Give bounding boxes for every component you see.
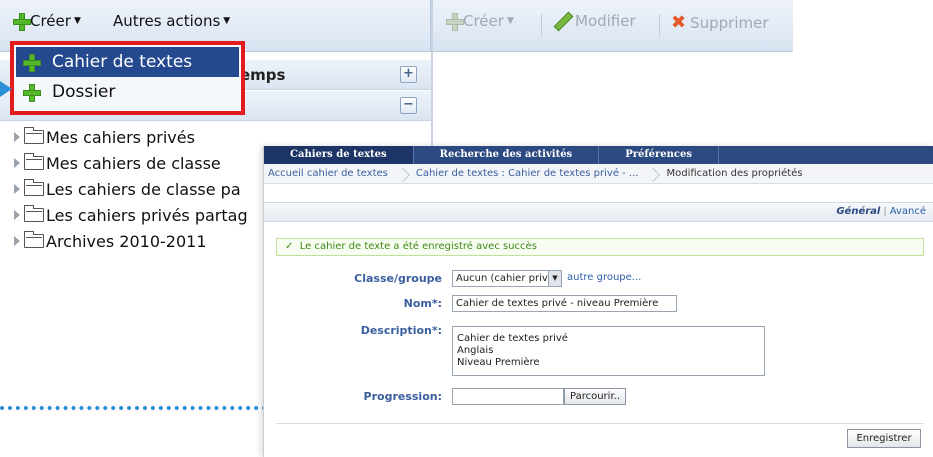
expand-arrow-icon[interactable] xyxy=(14,132,20,142)
folder-icon xyxy=(24,205,44,222)
edit-label: Modifier xyxy=(575,12,636,30)
save-button[interactable]: Enregistrer xyxy=(847,429,921,448)
progression-file-input[interactable] xyxy=(452,388,564,405)
nom-label: Nom*: xyxy=(403,297,442,310)
plus-icon xyxy=(22,83,41,102)
menu-item-cahier-de-textes[interactable]: Cahier de textes xyxy=(16,47,239,77)
other-group-link[interactable]: autre groupe... xyxy=(567,272,641,283)
success-text: Le cahier de texte a été enregistré avec… xyxy=(299,241,537,252)
nom-input[interactable]: Cahier de textes privé - niveau Première xyxy=(452,295,677,312)
view-switcher: Général | Avancé xyxy=(264,202,933,222)
breadcrumb-current: Modification des propriétés xyxy=(666,168,803,179)
tab-cahiers-de-textes[interactable]: Cahiers de textes xyxy=(264,146,414,164)
expand-arrow-icon[interactable] xyxy=(14,184,20,194)
chevron-down-icon[interactable]: ▼ xyxy=(548,271,561,286)
panel-title: emps xyxy=(240,66,286,84)
create-label: Créer xyxy=(463,12,504,30)
create-button-disabled[interactable]: Créer ▼ xyxy=(445,12,514,31)
tree-item-label: Archives 2010-2011 xyxy=(46,231,207,251)
description-line: Anglais xyxy=(457,345,494,356)
tab-bar: Cahiers de textes Recherche des activité… xyxy=(264,146,933,164)
expand-arrow-icon[interactable] xyxy=(14,210,20,220)
view-general-link[interactable]: Général xyxy=(836,206,880,217)
expand-arrow-icon[interactable] xyxy=(14,236,20,246)
plus-icon xyxy=(22,53,41,72)
caret-down-icon: ▼ xyxy=(223,16,231,26)
breadcrumb: Accueil cahier de textes Cahier de texte… xyxy=(264,164,933,184)
check-icon: ✓ xyxy=(285,241,294,252)
other-actions-label: Autres actions xyxy=(113,12,221,30)
view-advanced-link[interactable]: Avancé xyxy=(890,206,926,217)
description-line: Niveau Première xyxy=(457,357,540,368)
toolbar-separator xyxy=(541,14,542,36)
other-actions-button[interactable]: Autres actions ▼ xyxy=(113,12,230,30)
properties-form-window: Cahiers de textes Recherche des activité… xyxy=(263,146,933,457)
form-divider xyxy=(276,423,924,424)
success-message: ✓ Le cahier de texte a été enregistré av… xyxy=(276,238,924,256)
plus-icon xyxy=(445,12,464,31)
browse-button[interactable]: Parcourir.. xyxy=(564,388,626,405)
delete-button[interactable]: ✖ Supprimer xyxy=(671,12,769,33)
breadcrumb-separator-icon xyxy=(648,164,656,184)
menu-item-label: Cahier de textes xyxy=(52,52,193,72)
breadcrumb-home-link[interactable]: Accueil cahier de textes xyxy=(268,168,388,179)
pencil-icon xyxy=(553,12,571,30)
expand-icon[interactable]: + xyxy=(400,66,417,83)
tab-recherche-activites[interactable]: Recherche des activités xyxy=(414,146,600,164)
breadcrumb-separator-icon xyxy=(398,164,406,184)
tree-item-label: Les cahiers privés partag xyxy=(46,205,248,225)
collapse-icon[interactable]: − xyxy=(400,97,417,114)
arrow-head-icon xyxy=(0,81,12,97)
progression-label: Progression: xyxy=(363,390,442,403)
create-label: Créer xyxy=(30,12,71,30)
description-label: Description*: xyxy=(360,324,442,337)
description-textarea[interactable]: Cahier de textes privé Anglais Niveau Pr… xyxy=(452,326,765,376)
folder-icon xyxy=(24,231,44,248)
create-dropdown-menu: Cahier de textes Dossier xyxy=(10,41,245,115)
expand-arrow-icon[interactable] xyxy=(14,158,20,168)
tree-item-label: Les cahiers de classe pa xyxy=(46,179,241,199)
menu-item-label: Dossier xyxy=(52,82,116,102)
toolbar-separator xyxy=(659,14,660,36)
right-toolbar: Créer ▼ Modifier ✖ Supprimer xyxy=(433,0,793,52)
classe-select[interactable]: Aucun (cahier privé ▼ xyxy=(452,270,562,287)
tab-preferences[interactable]: Préférences xyxy=(599,146,719,164)
edit-button[interactable]: Modifier xyxy=(553,12,636,30)
folder-icon xyxy=(24,127,44,144)
classe-select-value: Aucun (cahier privé xyxy=(456,273,554,284)
tree-item-label: Mes cahiers privés xyxy=(46,127,195,147)
description-line: Cahier de textes privé xyxy=(457,333,568,344)
folder-icon xyxy=(24,179,44,196)
create-button[interactable]: Créer ▼ xyxy=(12,12,81,31)
folder-icon xyxy=(24,153,44,170)
caret-down-icon: ▼ xyxy=(506,16,514,26)
classe-label: Classe/groupe xyxy=(354,272,442,285)
plus-icon xyxy=(12,12,31,31)
menu-item-dossier[interactable]: Dossier xyxy=(16,77,239,107)
delete-label: Supprimer xyxy=(690,13,769,32)
breadcrumb-notebook-link[interactable]: Cahier de textes : Cahier de textes priv… xyxy=(416,168,639,179)
delete-x-icon: ✖ xyxy=(671,12,687,33)
caret-down-icon: ▼ xyxy=(73,16,81,26)
tree-item-label: Mes cahiers de classe xyxy=(46,153,221,173)
